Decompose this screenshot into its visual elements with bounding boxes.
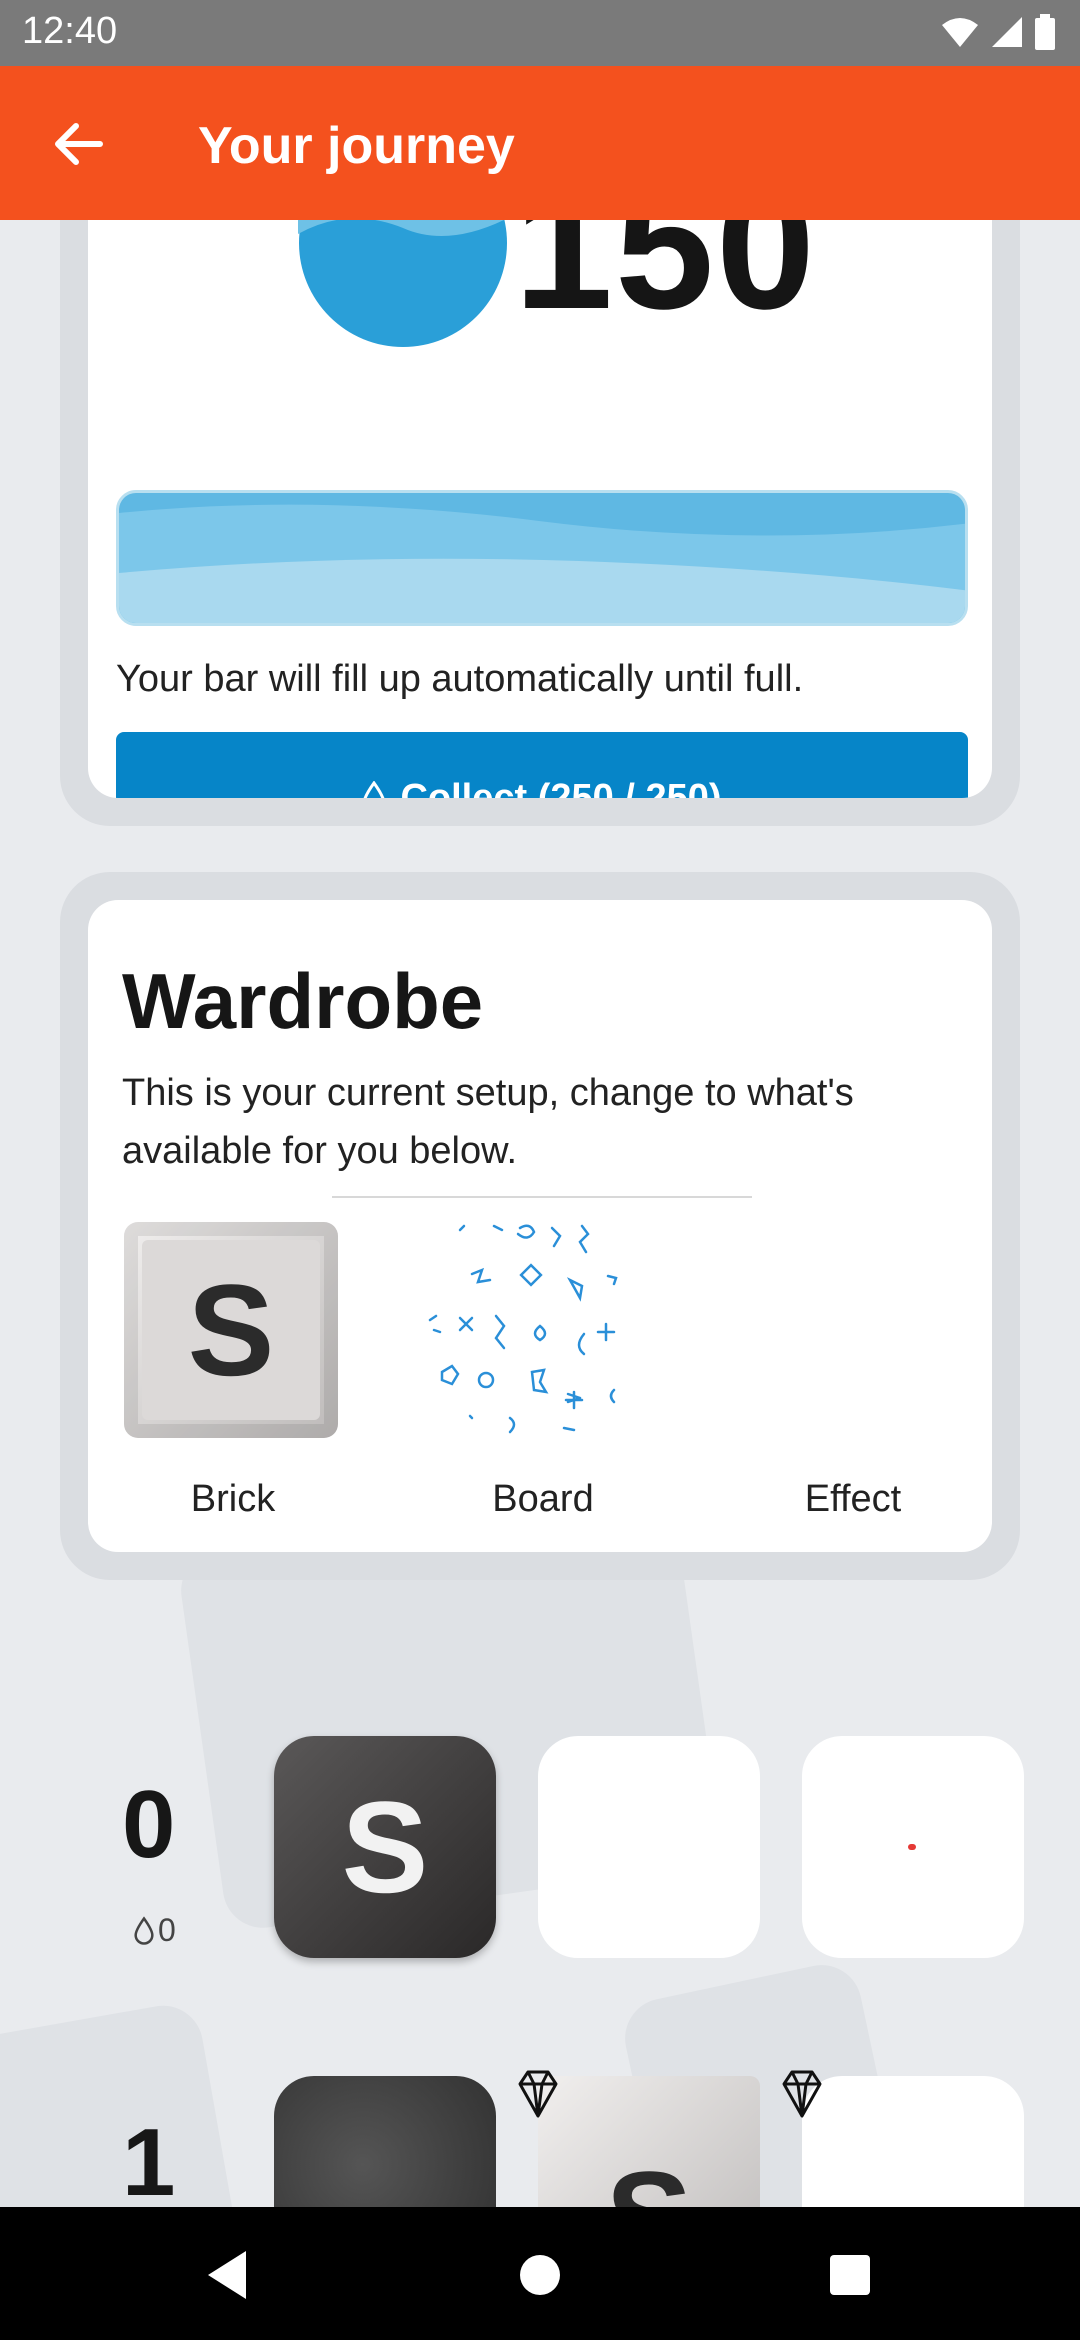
board-label: Board [492, 1478, 594, 1520]
system-nav-bar [0, 2207, 1080, 2340]
dark-brick-tile[interactable]: S [274, 1736, 496, 1958]
diamond-icon [518, 2070, 558, 2118]
brick-glyph: S [142, 1240, 320, 1420]
wardrobe-card-body: Wardrobe This is your current setup, cha… [88, 900, 992, 1552]
nav-back-icon[interactable] [196, 2243, 260, 2307]
brick-glyph: S [606, 2142, 693, 2207]
nav-home-icon[interactable] [508, 2243, 572, 2307]
level-number: 1 [122, 2109, 176, 2207]
cell-signal-icon [992, 17, 1022, 47]
water-drop-icon [134, 1915, 154, 1945]
level-cost-value: 0 [158, 1912, 176, 1948]
water-drop-logo-icon [298, 220, 507, 347]
water-drop-icon [364, 781, 385, 798]
balance-card: 150 Your bar will fill up automatically … [60, 220, 1020, 826]
confetti-board-pattern [428, 1224, 618, 1434]
level-number: 0 [122, 1771, 176, 1878]
effect-tile[interactable] [802, 1736, 1024, 1958]
effect-label: Effect [804, 1478, 902, 1520]
effect-dot [908, 1844, 916, 1850]
battery-icon [1035, 14, 1055, 50]
collect-button[interactable]: Collect (250 / 250) [116, 732, 968, 798]
collect-progress-bar [116, 490, 968, 626]
wifi-icon [942, 18, 978, 47]
current-brick[interactable]: S [124, 1222, 338, 1438]
wave-fill [119, 493, 965, 623]
wardrobe-card: Wardrobe This is your current setup, cha… [60, 872, 1020, 1580]
bar-note: Your bar will fill up automatically unti… [116, 658, 804, 700]
effect-tile[interactable] [802, 2076, 1024, 2207]
status-icons [940, 14, 1056, 50]
status-time: 12:40 [22, 10, 118, 52]
brick-label: Brick [190, 1478, 276, 1520]
back-arrow-icon[interactable] [50, 116, 106, 172]
drop-balance: 150 [514, 220, 817, 346]
wardrobe-description: This is your current setup, change to wh… [122, 1072, 854, 1172]
board-tile[interactable] [538, 1736, 760, 1958]
nav-recents-icon[interactable] [818, 2243, 882, 2307]
collect-button-label: Collect (250 / 250) [400, 776, 722, 799]
page-title: Your journey [198, 117, 515, 175]
diamond-icon [782, 2070, 822, 2118]
status-bar: 12:40 [0, 0, 1080, 66]
current-board[interactable] [424, 1222, 638, 1438]
stone-board-tile[interactable] [274, 2076, 496, 2207]
balance-card-body: 150 Your bar will fill up automatically … [88, 220, 992, 798]
light-brick-tile[interactable]: S [538, 2076, 760, 2207]
brick-glyph: S [341, 1774, 429, 1920]
level-cost: 0 [134, 1912, 176, 1949]
current-effect[interactable] [734, 1222, 948, 1438]
app-bar: Your journey [0, 66, 1080, 220]
divider [332, 1196, 752, 1198]
scroll-content[interactable]: 150 Your bar will fill up automatically … [0, 220, 1080, 2207]
wardrobe-title: Wardrobe [122, 957, 484, 1045]
background-decoration [0, 1999, 241, 2207]
